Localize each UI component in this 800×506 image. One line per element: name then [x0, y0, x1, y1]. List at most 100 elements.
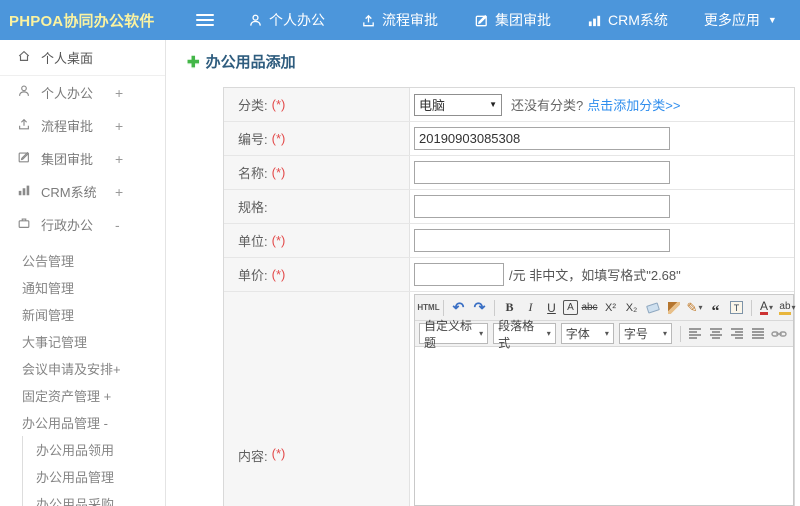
page-title-text: 办公用品添加 [205, 54, 296, 71]
underline-button[interactable]: U [542, 298, 561, 317]
sidebar-item-meeting-request[interactable]: 会议申请及安排+ [0, 355, 165, 382]
editor-toolbar-row2: 自定义标题 ▾ 段落格式 ▾ 字体 ▾ 字号 ▾ [415, 319, 793, 350]
hamburger-menu-icon[interactable] [196, 14, 214, 26]
sidebar-sublabel: 新闻管理 [22, 308, 75, 323]
sidebar-item-memorabilia-mgmt[interactable]: 大事记管理 [0, 328, 165, 355]
sidebar-item-workflow-approval[interactable]: 流程审批 + [0, 109, 165, 142]
upload-icon [361, 13, 376, 28]
sidebar-item-personal-office[interactable]: 个人办公 + [0, 76, 165, 109]
font-family-select[interactable]: 字体 ▾ [560, 323, 614, 344]
edit-icon [474, 13, 489, 28]
code-label: 编号: (*) [224, 122, 410, 155]
sidebar-sublabel: 公告管理 [22, 254, 75, 269]
align-right-icon[interactable] [728, 324, 747, 343]
required-mark: (*) [271, 131, 286, 146]
sidebar-label: CRM系统 [41, 185, 97, 200]
editor-content-area[interactable] [415, 347, 793, 505]
highlight-color-button[interactable]: ab ▾ [778, 298, 797, 317]
required-mark: (*) [271, 233, 286, 248]
sidebar-item-news-mgmt[interactable]: 新闻管理 [0, 301, 165, 328]
italic-button[interactable]: I [521, 298, 540, 317]
add-category-link[interactable]: 点击添加分类>> [587, 95, 680, 114]
align-center-icon[interactable] [707, 324, 726, 343]
sidebar-sublabel: 办公用品管理 - [22, 416, 108, 431]
sidebar-item-supplies-purchase[interactable]: 办公用品采购 [23, 490, 165, 506]
sidebar-item-announcement-mgmt[interactable]: 公告管理 [0, 247, 165, 274]
nav-personal-office[interactable]: 个人办公 [248, 10, 325, 30]
sidebar-item-admin-office[interactable]: 行政办公 - [0, 208, 165, 241]
nav-more-apps[interactable]: 更多应用 ▼ [704, 10, 777, 30]
undo-icon[interactable]: ↶ [449, 298, 468, 317]
expand-plus-icon[interactable]: + [115, 85, 123, 101]
code-input[interactable] [414, 127, 670, 150]
unit-input[interactable] [414, 229, 670, 252]
sidebar-item-desktop[interactable]: 个人桌面 [0, 40, 165, 76]
app-logo: PHPOA协同办公软件 [9, 12, 155, 30]
expand-plus-icon[interactable]: + [115, 151, 123, 167]
custom-heading-select[interactable]: 自定义标题 ▾ [419, 319, 489, 350]
caret-down-icon: ▼ [489, 100, 497, 109]
font-size-select[interactable]: 字号 ▾ [618, 323, 672, 344]
price-input[interactable] [414, 263, 504, 286]
align-justify-icon[interactable] [749, 324, 768, 343]
expand-plus-icon[interactable]: + [115, 184, 123, 200]
expand-plus-icon[interactable]: + [115, 118, 123, 134]
price-label: 单价: (*) [224, 258, 410, 291]
collapse-minus-icon[interactable]: - [115, 217, 120, 233]
html-source-button[interactable]: HTML [417, 298, 439, 317]
sidebar-item-supplies-manage[interactable]: 办公用品管理 [23, 463, 165, 490]
category-hint: 还没有分类? [511, 98, 584, 113]
format-brush-icon[interactable] [664, 298, 683, 317]
sidebar-item-supplies-claim[interactable]: 办公用品领用 [23, 436, 165, 463]
quick-format-icon[interactable]: ✎ ▾ [685, 298, 704, 317]
sidebar-sublabel: 大事记管理 [22, 335, 88, 350]
sidebar-item-fixed-assets[interactable]: 固定资产管理 + [0, 382, 165, 409]
nav-crm-system[interactable]: CRM系统 [587, 10, 668, 30]
form-row-content: 内容: (*) HTML ↶ ↷ B I U A abc X² X₂ ✎ ▾ “… [224, 292, 797, 506]
upload-icon [17, 117, 31, 134]
superscript-button[interactable]: X² [601, 298, 620, 317]
sidebar-label: 行政办公 [41, 218, 94, 233]
strikethrough-button[interactable]: abc [580, 298, 599, 317]
bar-chart-icon [587, 13, 602, 28]
main-content: ✚ 办公用品添加 分类: (*) 电脑 ▼ 还没有分类? 点击添加分类>> 编号… [166, 40, 800, 506]
required-mark: (*) [271, 446, 286, 461]
sidebar-item-crm[interactable]: CRM系统 + [0, 175, 165, 208]
required-mark: (*) [271, 267, 286, 282]
person-icon [17, 84, 31, 101]
nav-group-approval[interactable]: 集团审批 [474, 10, 551, 30]
name-input[interactable] [414, 161, 670, 184]
bold-button[interactable]: B [500, 298, 519, 317]
eraser-icon[interactable] [643, 298, 662, 317]
sidebar-item-notice-mgmt[interactable]: 通知管理 [0, 274, 165, 301]
paste-plain-icon[interactable]: T [727, 298, 746, 317]
subscript-button[interactable]: X₂ [622, 298, 641, 317]
supplies-add-form: 分类: (*) 电脑 ▼ 还没有分类? 点击添加分类>> 编号: (*) 201… [223, 87, 797, 506]
link-icon[interactable] [770, 324, 789, 343]
page-title: ✚ 办公用品添加 [187, 51, 296, 72]
sidebar-item-office-supplies-mgmt[interactable]: 办公用品管理 - [0, 409, 165, 436]
sidebar-item-group-approval[interactable]: 集团审批 + [0, 142, 165, 175]
name-label: 名称: (*) [224, 156, 410, 189]
font-color-button[interactable]: A ▾ [757, 298, 776, 317]
blockquote-icon[interactable]: “ [706, 298, 725, 319]
category-selected-value: 电脑 [419, 98, 446, 113]
required-mark: (*) [271, 97, 286, 112]
category-select[interactable]: 电脑 ▼ [414, 93, 502, 116]
top-navbar: PHPOA协同办公软件 个人办公 流程审批 集团审批 CRM系统 更多应用 ▼ [0, 0, 800, 40]
sidebar-label: 集团审批 [41, 152, 94, 167]
sidebar-sublabel: 办公用品管理 [36, 470, 115, 485]
redo-icon[interactable]: ↷ [470, 298, 489, 317]
border-text-button[interactable]: A [563, 300, 578, 315]
briefcase-icon [17, 216, 31, 233]
sidebar-admin-submenu: 公告管理 通知管理 新闻管理 大事记管理 会议申请及安排+ 固定资产管理 + 办… [0, 241, 165, 506]
nav-label: 更多应用 [703, 12, 760, 28]
unit-label: 单位: (*) [224, 224, 410, 257]
nav-label: CRM系统 [608, 12, 668, 28]
nav-workflow-approval[interactable]: 流程审批 [361, 10, 438, 30]
align-left-icon[interactable] [686, 324, 705, 343]
spec-input[interactable] [414, 195, 670, 218]
paragraph-format-select[interactable]: 段落格式 ▾ [493, 319, 556, 350]
sidebar-sublabel: 会议申请及安排+ [22, 362, 121, 377]
nav-label: 流程审批 [382, 12, 438, 28]
